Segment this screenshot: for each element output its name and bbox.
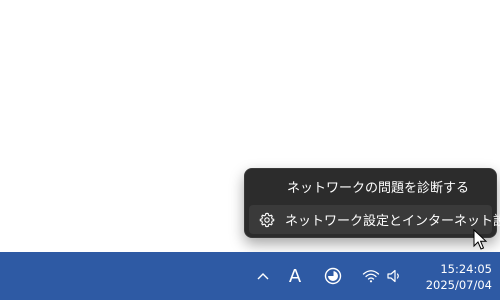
- clock-time: 15:24:05: [440, 262, 492, 276]
- menu-item-label: ネットワーク設定とインターネット設定: [285, 214, 500, 229]
- focus-icon[interactable]: [322, 265, 344, 287]
- chevron-up-icon[interactable]: [253, 265, 273, 287]
- menu-item-diagnose-network[interactable]: ネットワークの問題を診断する: [249, 172, 492, 201]
- mouse-cursor-icon: [473, 228, 489, 251]
- gear-icon: [259, 211, 275, 229]
- clock-date: 2025/07/04: [425, 278, 492, 292]
- ime-icon[interactable]: A: [284, 263, 306, 289]
- taskbar: A 15:24:05 2025/07/04: [0, 252, 500, 300]
- network-context-menu: ネットワークの問題を診断する ネットワーク設定とインターネット設定: [244, 168, 500, 238]
- wifi-icon[interactable]: [361, 266, 381, 286]
- menu-item-network-settings[interactable]: ネットワーク設定とインターネット設定: [249, 205, 500, 234]
- ime-indicator-label: A: [288, 265, 302, 287]
- taskbar-clock[interactable]: 15:24:05 2025/07/04: [410, 261, 498, 293]
- menu-item-label: ネットワークの問題を診断する: [287, 181, 470, 196]
- volume-icon[interactable]: [385, 266, 405, 286]
